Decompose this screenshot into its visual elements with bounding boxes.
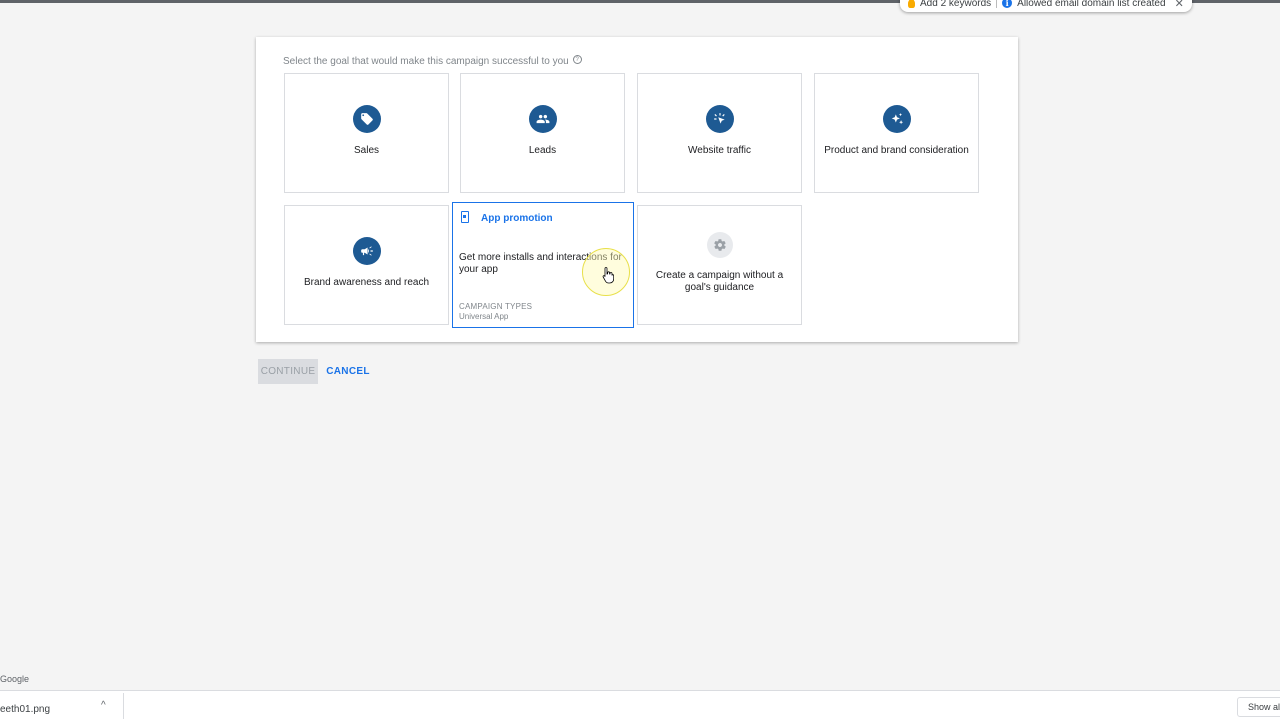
goal-label-website-traffic: Website traffic <box>688 145 751 156</box>
goal-label-no-goal: Create a campaign without a goal's guida… <box>655 270 784 293</box>
continue-button[interactable]: CONTINUE <box>258 359 318 384</box>
hand-cursor-icon <box>602 267 614 284</box>
chevron-up-icon[interactable]: ^ <box>101 700 106 711</box>
download-bar: eeth01.png ^ Show all <box>0 690 1280 720</box>
goal-prompt: Select the goal that would make this cam… <box>283 55 582 67</box>
campaign-types-label: CAMPAIGN TYPES <box>459 302 533 311</box>
gear-icon <box>706 232 733 258</box>
sparkle-icon <box>882 105 911 133</box>
cursor-click-icon <box>705 105 734 133</box>
show-all-button[interactable]: Show all <box>1237 697 1280 717</box>
close-icon[interactable]: ✕ <box>1175 0 1184 10</box>
cancel-button[interactable]: CANCEL <box>323 359 373 384</box>
goal-tile-leads[interactable]: Leads <box>460 73 625 193</box>
domain-notification[interactable]: Allowed email domain list created <box>1017 0 1165 9</box>
goal-label-product-brand: Product and brand consideration <box>824 145 969 156</box>
goal-label-brand-awareness: Brand awareness and reach <box>303 277 430 288</box>
phone-icon <box>461 211 469 223</box>
lightbulb-icon <box>908 0 915 8</box>
app-promotion-title: App promotion <box>481 213 553 224</box>
people-icon <box>528 105 557 133</box>
info-icon: i <box>1002 0 1013 8</box>
notification-divider <box>996 0 998 8</box>
goal-tile-brand-awareness[interactable]: Brand awareness and reach <box>284 205 449 325</box>
goal-label-sales: Sales <box>353 145 379 156</box>
footer-google: Google <box>0 674 30 684</box>
goal-tile-website-traffic[interactable]: Website traffic <box>637 73 802 193</box>
goal-tile-product-brand[interactable]: Product and brand consideration <box>814 73 979 193</box>
download-divider <box>123 693 124 719</box>
notification-bar: Add 2 keywords i Allowed email domain li… <box>900 0 1192 12</box>
tag-icon <box>352 105 381 133</box>
goal-prompt-text: Select the goal that would make this cam… <box>283 56 569 67</box>
goal-label-leads: Leads <box>528 145 557 156</box>
goal-tile-sales[interactable]: Sales <box>284 73 449 193</box>
goal-tile-no-goal[interactable]: Create a campaign without a goal's guida… <box>637 205 802 325</box>
goal-selection-card: Select the goal that would make this cam… <box>256 37 1018 342</box>
help-icon[interactable]: ? <box>572 55 582 64</box>
campaign-type-value: Universal App <box>459 312 509 321</box>
megaphone-icon <box>352 237 381 265</box>
download-filename[interactable]: eeth01.png <box>0 704 50 715</box>
keywords-notification[interactable]: Add 2 keywords <box>920 0 991 9</box>
